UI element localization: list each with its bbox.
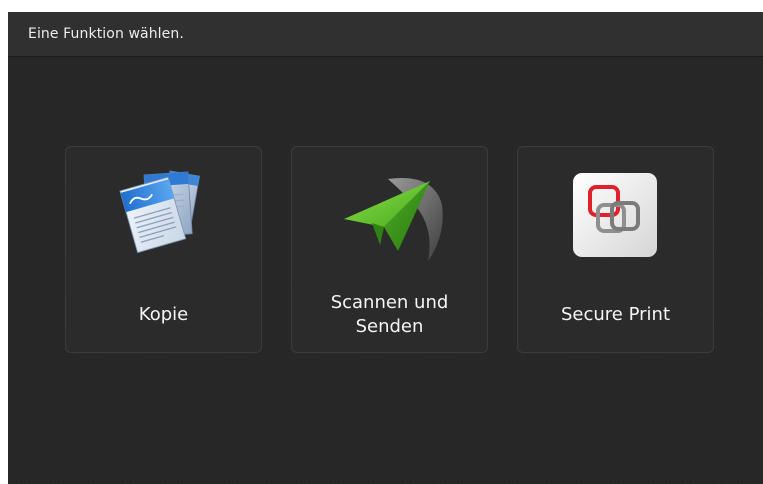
scan-send-function-button[interactable]: Scannen und Senden <box>291 146 488 353</box>
function-select-screen: Eine Funktion wählen. Kopie Scannen und … <box>8 12 763 484</box>
secure-print-function-button[interactable]: Secure Print <box>517 146 714 353</box>
header-bar: Eine Funktion wählen. <box>8 12 763 57</box>
secure-print-function-label: Secure Print <box>560 304 670 325</box>
scan-send-function-label: Scannen und Senden <box>330 292 449 337</box>
copy-function-button[interactable]: Kopie <box>65 146 262 353</box>
paper-plane-send-icon <box>330 165 450 265</box>
copy-documents-icon <box>104 165 224 265</box>
secure-print-icon <box>556 165 676 265</box>
page-title: Eine Funktion wählen. <box>28 26 184 42</box>
copy-function-label: Kopie <box>138 304 189 325</box>
